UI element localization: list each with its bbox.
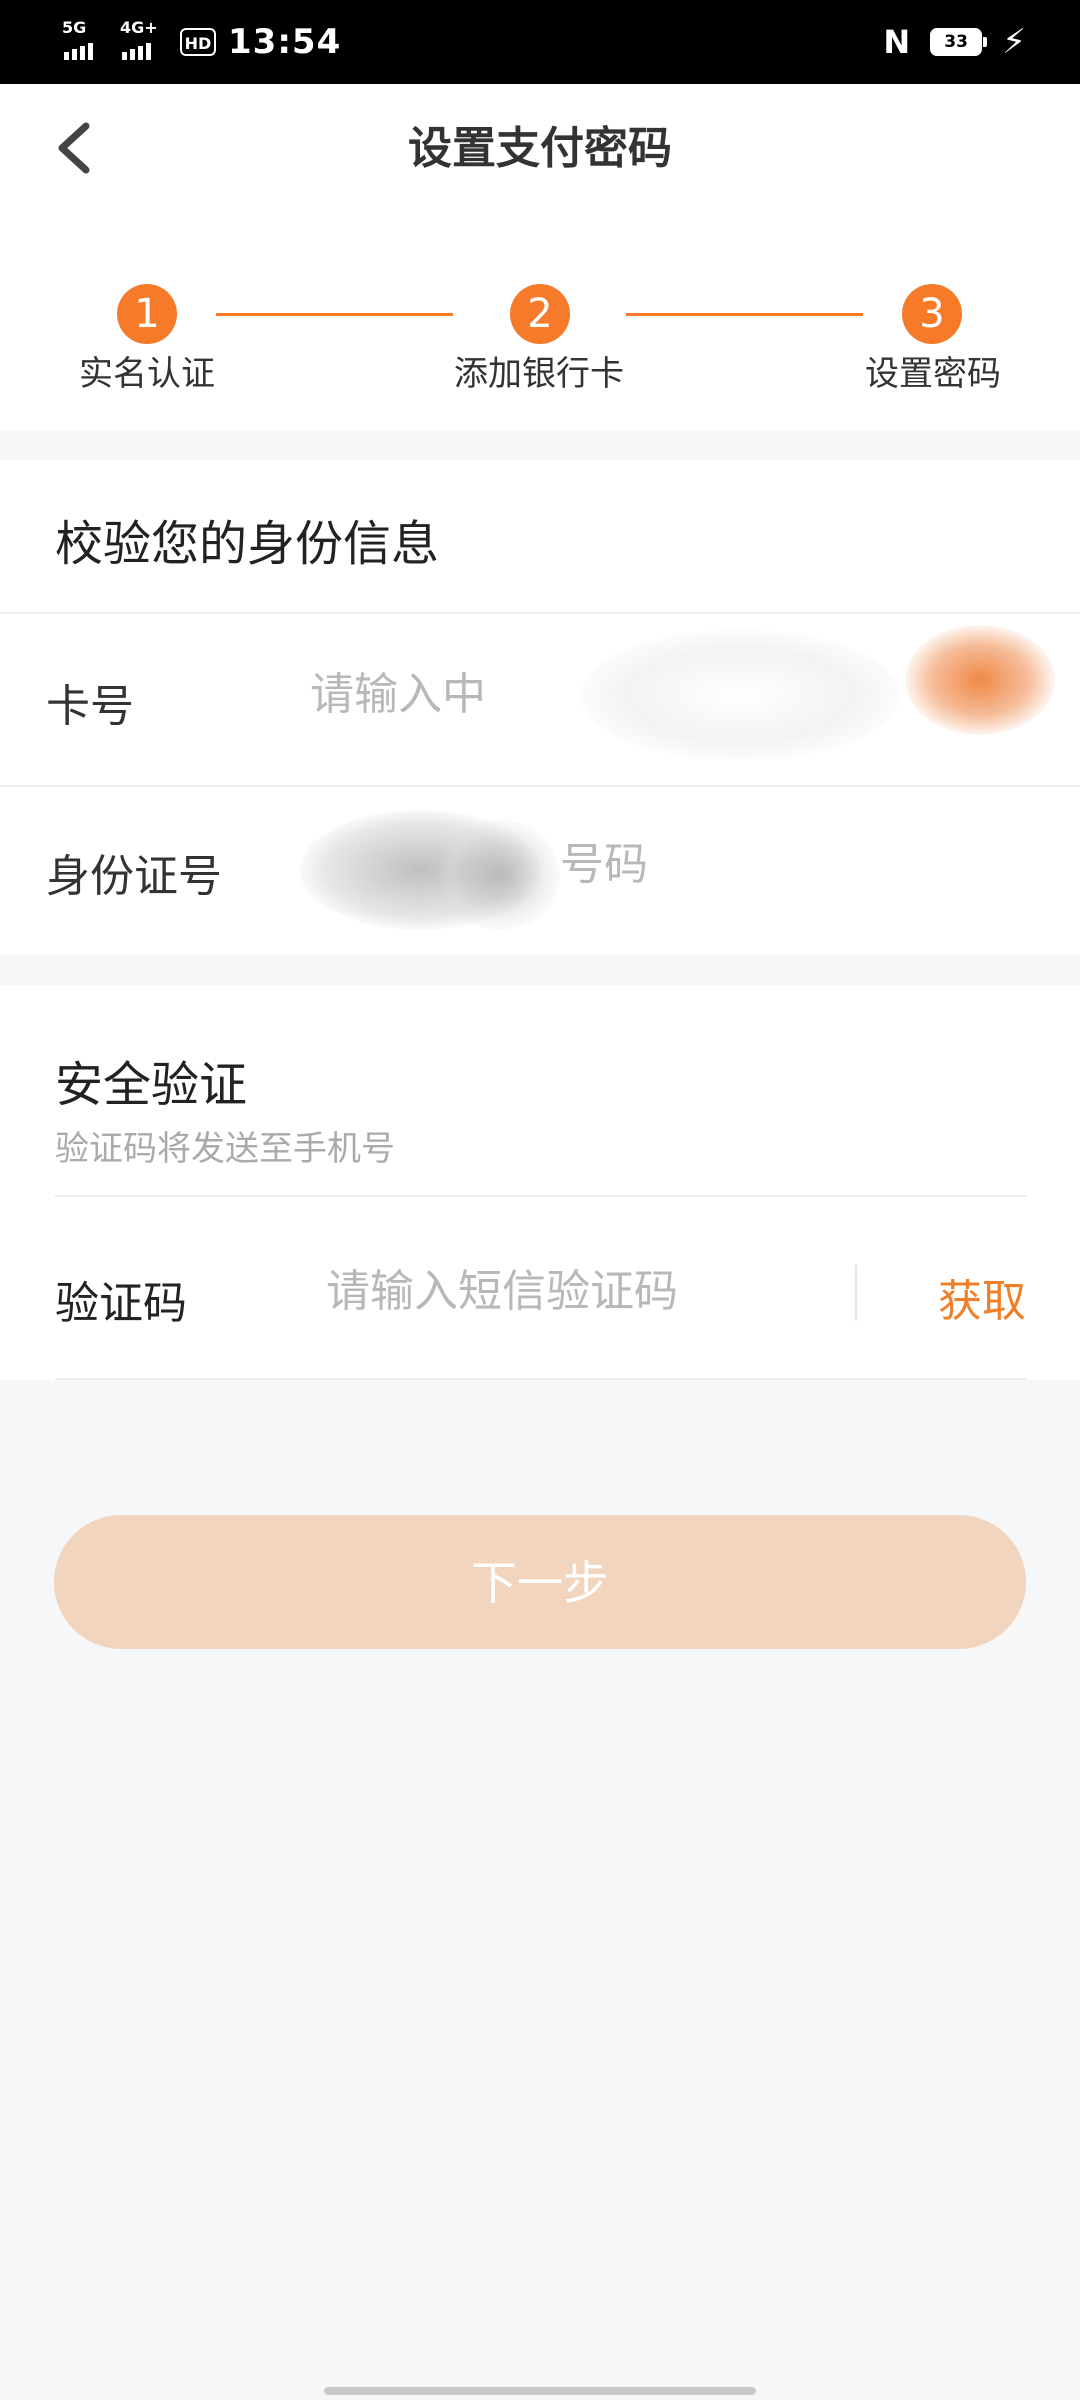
identity-card: 校验您的身份信息 卡号 身份证号 xyxy=(0,460,1080,955)
step-indicator: 1 2 3 实名认证 添加银行卡 设置密码 xyxy=(0,214,1080,430)
security-section-title: 安全验证 xyxy=(55,1057,248,1113)
next-step-button[interactable]: 下一步 xyxy=(54,1515,1026,1649)
security-card: 安全验证 验证码将发送至手机号 验证码 获取 xyxy=(0,985,1080,1380)
home-indicator[interactable] xyxy=(324,2387,756,2395)
id-number-input[interactable] xyxy=(560,834,1010,894)
step-3-label: 设置密码 xyxy=(865,354,1001,394)
divider xyxy=(0,612,1080,614)
step-2-label: 添加银行卡 xyxy=(454,354,624,394)
battery-icon: 33 xyxy=(930,28,988,56)
back-button[interactable] xyxy=(48,118,108,178)
hd-voice-icon: HD xyxy=(180,28,216,56)
step-connector xyxy=(626,313,863,316)
nfc-icon: N xyxy=(883,23,911,61)
charging-icon: ⚡ xyxy=(1002,22,1026,62)
step-1-circle: 1 xyxy=(117,284,177,344)
divider xyxy=(55,1195,1027,1197)
chevron-left-icon xyxy=(58,122,90,174)
step-3-circle: 3 xyxy=(902,284,962,344)
field-separator xyxy=(855,1265,857,1321)
clock: 13:54 xyxy=(228,22,342,62)
card-number-input[interactable] xyxy=(310,664,1010,724)
sms-code-label: 验证码 xyxy=(55,1278,187,1329)
network-type-4g: 4G+ xyxy=(120,18,158,37)
step-2-circle: 2 xyxy=(510,284,570,344)
divider xyxy=(0,785,1080,787)
get-code-button[interactable]: 获取 xyxy=(938,1265,1026,1329)
page-title: 设置支付密码 xyxy=(408,123,672,174)
signal-5g-icon: 5G xyxy=(62,18,116,62)
sms-code-input[interactable] xyxy=(326,1261,826,1321)
card-number-label: 卡号 xyxy=(46,681,134,732)
network-type-5g: 5G xyxy=(62,18,87,37)
identity-section-title: 校验您的身份信息 xyxy=(55,516,440,572)
step-1-label: 实名认证 xyxy=(79,354,215,394)
id-number-label: 身份证号 xyxy=(46,851,222,902)
divider xyxy=(55,1378,1027,1380)
signal-4g-icon: 4G+ xyxy=(120,18,174,62)
sms-destination-hint: 验证码将发送至手机号 xyxy=(55,1129,395,1169)
header: 设置支付密码 xyxy=(0,84,1080,214)
status-bar: 5G 4G+ HD 13:54 N 33 ⚡ xyxy=(0,0,1080,84)
step-connector xyxy=(216,313,453,316)
